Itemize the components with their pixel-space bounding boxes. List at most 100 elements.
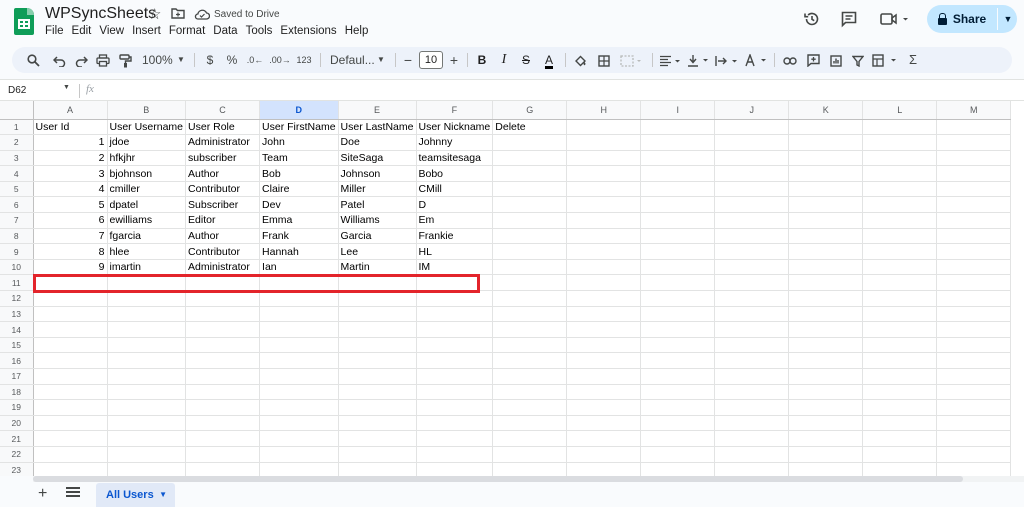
cell-f4[interactable]: Bobo <box>416 165 494 182</box>
row-header[interactable]: 19 <box>0 399 34 416</box>
cell-j5[interactable] <box>714 181 790 198</box>
cell-j19[interactable] <box>714 399 790 416</box>
cell-a16[interactable] <box>33 352 108 369</box>
cell-c7[interactable]: Editor <box>185 212 261 229</box>
cell-h11[interactable] <box>566 274 642 292</box>
cell-l18[interactable] <box>862 384 938 401</box>
decrease-font-size-button[interactable]: − <box>402 47 414 73</box>
print-icon[interactable] <box>94 47 112 73</box>
cell-k17[interactable] <box>788 368 864 385</box>
cell-f23[interactable] <box>416 462 494 476</box>
cell-j22[interactable] <box>714 446 790 463</box>
cell-j9[interactable] <box>714 243 790 260</box>
cell-d4[interactable]: Bob <box>259 165 339 182</box>
rotate-icon[interactable] <box>744 47 768 73</box>
cell-d14[interactable] <box>259 321 339 338</box>
cell-f20[interactable] <box>416 415 494 432</box>
cell-l20[interactable] <box>862 415 938 432</box>
cell-k5[interactable] <box>788 181 864 198</box>
cell-a6[interactable]: 5 <box>33 196 108 214</box>
cell-l6[interactable] <box>862 196 938 214</box>
text-color-button[interactable]: A <box>542 47 556 73</box>
zoom-select[interactable]: 100% <box>142 47 173 73</box>
cell-g15[interactable] <box>492 337 568 354</box>
menu-tools[interactable]: Tools <box>242 25 277 40</box>
cell-c16[interactable] <box>185 352 261 369</box>
cell-g14[interactable] <box>492 321 568 338</box>
strikethrough-button[interactable]: S <box>519 47 533 73</box>
share-main-button[interactable]: Share <box>927 5 997 33</box>
chevron-down-icon[interactable]: ▼ <box>159 483 167 507</box>
cell-b1[interactable]: User Username <box>107 119 187 136</box>
cell-a8[interactable]: 7 <box>33 228 108 245</box>
cell-j20[interactable] <box>714 415 790 432</box>
cell-k11[interactable] <box>788 274 864 292</box>
cell-e2[interactable]: Doe <box>338 134 417 151</box>
cell-b5[interactable]: cmiller <box>107 181 187 198</box>
row-header[interactable]: 18 <box>0 384 34 401</box>
cell-b3[interactable]: hfkjhr <box>107 150 187 167</box>
paint-format-icon[interactable] <box>116 47 134 73</box>
cell-g19[interactable] <box>492 399 568 416</box>
align-icon[interactable] <box>659 47 681 73</box>
cell-k12[interactable] <box>788 290 864 307</box>
cell-l16[interactable] <box>862 352 938 369</box>
cell-b14[interactable] <box>107 321 187 338</box>
cell-j1[interactable] <box>714 119 790 136</box>
cell-c20[interactable] <box>185 415 261 432</box>
column-header-l[interactable]: L <box>862 101 938 120</box>
cell-a13[interactable] <box>33 306 108 323</box>
menu-file[interactable]: File <box>45 25 68 40</box>
cell-a4[interactable]: 3 <box>33 165 108 182</box>
cell-m22[interactable] <box>936 446 1012 463</box>
cell-f18[interactable] <box>416 384 494 401</box>
cell-e14[interactable] <box>338 321 417 338</box>
cell-m4[interactable] <box>936 165 1012 182</box>
cell-j11[interactable] <box>714 274 790 292</box>
cell-m7[interactable] <box>936 212 1012 229</box>
cell-l8[interactable] <box>862 228 938 245</box>
cell-b20[interactable] <box>107 415 187 432</box>
cell-f21[interactable] <box>416 430 494 447</box>
cell-h22[interactable] <box>566 446 642 463</box>
cell-g17[interactable] <box>492 368 568 385</box>
cell-b13[interactable] <box>107 306 187 323</box>
cell-c13[interactable] <box>185 306 261 323</box>
filter-views-icon[interactable] <box>872 47 898 73</box>
cell-j3[interactable] <box>714 150 790 167</box>
cell-f1[interactable]: User Nickname <box>416 119 494 136</box>
cell-a21[interactable] <box>33 430 108 447</box>
cell-f8[interactable]: Frankie <box>416 228 494 245</box>
sheet-tab-active[interactable]: All Users ▼ <box>96 483 175 507</box>
cell-d21[interactable] <box>259 430 339 447</box>
column-header-c[interactable]: C <box>185 101 261 120</box>
cell-k18[interactable] <box>788 384 864 401</box>
currency-format-button[interactable]: $ <box>203 47 217 73</box>
cell-j16[interactable] <box>714 352 790 369</box>
merge-icon[interactable] <box>618 47 644 73</box>
fill-color-icon[interactable] <box>572 47 588 73</box>
cell-a5[interactable]: 4 <box>33 181 108 198</box>
select-all-corner[interactable] <box>0 101 34 120</box>
cell-a19[interactable] <box>33 399 108 416</box>
cell-c2[interactable]: Administrator <box>185 134 261 151</box>
column-header-k[interactable]: K <box>788 101 864 120</box>
cell-d10[interactable]: Ian <box>259 259 339 276</box>
cell-d2[interactable]: John <box>259 134 339 151</box>
cell-i20[interactable] <box>640 415 716 432</box>
cell-e11[interactable] <box>338 274 417 292</box>
row-header[interactable]: 4 <box>0 165 34 182</box>
cell-i21[interactable] <box>640 430 716 447</box>
cell-m20[interactable] <box>936 415 1012 432</box>
cell-i14[interactable] <box>640 321 716 338</box>
cell-a22[interactable] <box>33 446 108 463</box>
cell-d5[interactable]: Claire <box>259 181 339 198</box>
menu-data[interactable]: Data <box>209 25 241 40</box>
cell-g16[interactable] <box>492 352 568 369</box>
cell-i11[interactable] <box>640 274 716 292</box>
cell-m3[interactable] <box>936 150 1012 167</box>
cell-i15[interactable] <box>640 337 716 354</box>
cell-j17[interactable] <box>714 368 790 385</box>
cell-c5[interactable]: Contributor <box>185 181 261 198</box>
cell-i18[interactable] <box>640 384 716 401</box>
